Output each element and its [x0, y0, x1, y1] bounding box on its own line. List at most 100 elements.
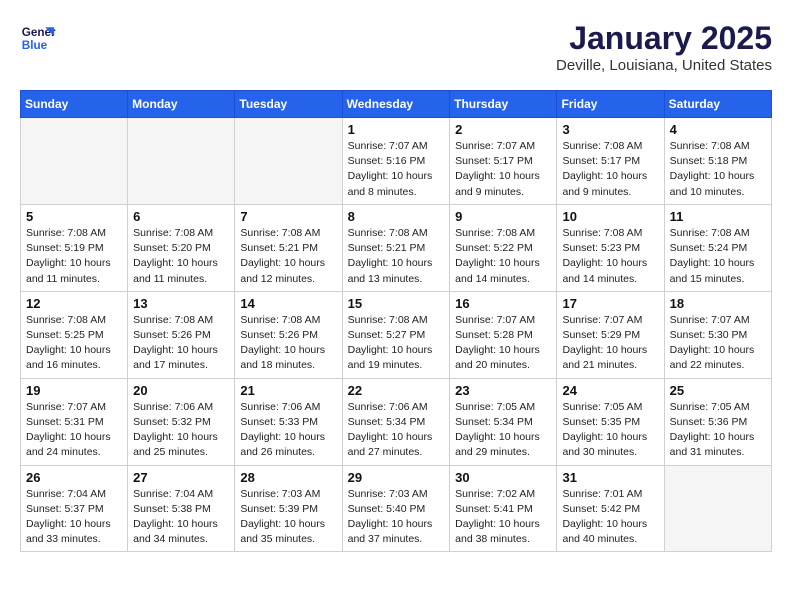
day-number: 23 [455, 383, 551, 398]
day-number: 20 [133, 383, 229, 398]
day-info: Sunrise: 7:08 AM Sunset: 5:17 PM Dayligh… [562, 139, 658, 200]
day-number: 2 [455, 122, 551, 137]
day-number: 24 [562, 383, 658, 398]
table-row: 24 Sunrise: 7:05 AM Sunset: 5:35 PM Dayli… [557, 378, 664, 465]
day-number: 13 [133, 296, 229, 311]
day-info: Sunrise: 7:02 AM Sunset: 5:41 PM Dayligh… [455, 487, 551, 548]
table-row: 12Sunrise: 7:08 AM Sunset: 5:25 PM Dayli… [21, 291, 128, 378]
day-info: Sunrise: 7:08 AM Sunset: 5:26 PM Dayligh… [133, 313, 229, 374]
calendar-subtitle: Deville, Louisiana, United States [556, 57, 772, 74]
day-number: 4 [670, 122, 766, 137]
day-info: Sunrise: 7:04 AM Sunset: 5:37 PM Dayligh… [26, 487, 122, 548]
day-info: Sunrise: 7:07 AM Sunset: 5:16 PM Dayligh… [348, 139, 445, 200]
table-row [664, 465, 771, 552]
table-row: 15Sunrise: 7:08 AM Sunset: 5:27 PM Dayli… [342, 291, 450, 378]
header-thursday: Thursday [450, 91, 557, 118]
table-row: 22Sunrise: 7:06 AM Sunset: 5:34 PM Dayli… [342, 378, 450, 465]
day-number: 10 [562, 209, 658, 224]
table-row: 7 Sunrise: 7:08 AM Sunset: 5:21 PM Daylig… [235, 204, 342, 291]
day-number: 18 [670, 296, 766, 311]
table-row: 27Sunrise: 7:04 AM Sunset: 5:38 PM Dayli… [128, 465, 235, 552]
day-info: Sunrise: 7:07 AM Sunset: 5:17 PM Dayligh… [455, 139, 551, 200]
svg-text:Blue: Blue [22, 39, 48, 52]
day-number: 8 [348, 209, 445, 224]
header-friday: Friday [557, 91, 664, 118]
table-row [21, 118, 128, 205]
header-tuesday: Tuesday [235, 91, 342, 118]
logo-icon: General Blue [20, 20, 56, 56]
calendar-week-row: 1 Sunrise: 7:07 AM Sunset: 5:16 PM Daylig… [21, 118, 772, 205]
day-info: Sunrise: 7:06 AM Sunset: 5:34 PM Dayligh… [348, 400, 445, 461]
day-info: Sunrise: 7:08 AM Sunset: 5:22 PM Dayligh… [455, 226, 551, 287]
day-info: Sunrise: 7:03 AM Sunset: 5:40 PM Dayligh… [348, 487, 445, 548]
table-row: 19 Sunrise: 7:07 AM Sunset: 5:31 PM Dayli… [21, 378, 128, 465]
day-number: 28 [240, 470, 336, 485]
header-monday: Monday [128, 91, 235, 118]
day-info: Sunrise: 7:07 AM Sunset: 5:29 PM Dayligh… [562, 313, 658, 374]
table-row: 21Sunrise: 7:06 AM Sunset: 5:33 PM Dayli… [235, 378, 342, 465]
day-info: Sunrise: 7:07 AM Sunset: 5:30 PM Dayligh… [670, 313, 766, 374]
table-row: 4Sunrise: 7:08 AM Sunset: 5:18 PM Daylig… [664, 118, 771, 205]
table-row: 5 Sunrise: 7:08 AM Sunset: 5:19 PM Daylig… [21, 204, 128, 291]
table-row: 11 Sunrise: 7:08 AM Sunset: 5:24 PM Dayli… [664, 204, 771, 291]
title-block: January 2025 Deville, Louisiana, United … [556, 20, 772, 74]
table-row: 10 Sunrise: 7:08 AM Sunset: 5:23 PM Dayli… [557, 204, 664, 291]
day-info: Sunrise: 7:07 AM Sunset: 5:28 PM Dayligh… [455, 313, 551, 374]
table-row: 6Sunrise: 7:08 AM Sunset: 5:20 PM Daylig… [128, 204, 235, 291]
day-info: Sunrise: 7:03 AM Sunset: 5:39 PM Dayligh… [240, 487, 336, 548]
calendar-week-row: 12Sunrise: 7:08 AM Sunset: 5:25 PM Dayli… [21, 291, 772, 378]
day-number: 17 [562, 296, 658, 311]
day-number: 6 [133, 209, 229, 224]
day-info: Sunrise: 7:08 AM Sunset: 5:19 PM Dayligh… [26, 226, 122, 287]
header-sunday: Sunday [21, 91, 128, 118]
day-number: 11 [670, 209, 766, 224]
table-row: 30Sunrise: 7:02 AM Sunset: 5:41 PM Dayli… [450, 465, 557, 552]
logo: General Blue [20, 20, 56, 56]
table-row [235, 118, 342, 205]
table-row: 2 Sunrise: 7:07 AM Sunset: 5:17 PM Daylig… [450, 118, 557, 205]
day-info: Sunrise: 7:08 AM Sunset: 5:23 PM Dayligh… [562, 226, 658, 287]
table-row: 31 Sunrise: 7:01 AM Sunset: 5:42 PM Dayli… [557, 465, 664, 552]
header-wednesday: Wednesday [342, 91, 450, 118]
table-row: 18 Sunrise: 7:07 AM Sunset: 5:30 PM Dayli… [664, 291, 771, 378]
day-info: Sunrise: 7:05 AM Sunset: 5:35 PM Dayligh… [562, 400, 658, 461]
day-info: Sunrise: 7:01 AM Sunset: 5:42 PM Dayligh… [562, 487, 658, 548]
table-row: 16Sunrise: 7:07 AM Sunset: 5:28 PM Dayli… [450, 291, 557, 378]
calendar-table: Sunday Monday Tuesday Wednesday Thursday… [20, 90, 772, 552]
day-number: 9 [455, 209, 551, 224]
day-info: Sunrise: 7:08 AM Sunset: 5:25 PM Dayligh… [26, 313, 122, 374]
day-info: Sunrise: 7:06 AM Sunset: 5:32 PM Dayligh… [133, 400, 229, 461]
day-info: Sunrise: 7:05 AM Sunset: 5:36 PM Dayligh… [670, 400, 766, 461]
day-number: 14 [240, 296, 336, 311]
day-info: Sunrise: 7:08 AM Sunset: 5:21 PM Dayligh… [240, 226, 336, 287]
day-info: Sunrise: 7:04 AM Sunset: 5:38 PM Dayligh… [133, 487, 229, 548]
table-row: 20 Sunrise: 7:06 AM Sunset: 5:32 PM Dayli… [128, 378, 235, 465]
table-row: 8 Sunrise: 7:08 AM Sunset: 5:21 PM Daylig… [342, 204, 450, 291]
day-info: Sunrise: 7:07 AM Sunset: 5:31 PM Dayligh… [26, 400, 122, 461]
day-number: 7 [240, 209, 336, 224]
day-number: 26 [26, 470, 122, 485]
table-row: 29 Sunrise: 7:03 AM Sunset: 5:40 PM Dayli… [342, 465, 450, 552]
calendar-week-row: 5 Sunrise: 7:08 AM Sunset: 5:19 PM Daylig… [21, 204, 772, 291]
table-row: 3 Sunrise: 7:08 AM Sunset: 5:17 PM Daylig… [557, 118, 664, 205]
page-header: General Blue January 2025 Deville, Louis… [20, 20, 772, 74]
day-number: 1 [348, 122, 445, 137]
day-info: Sunrise: 7:06 AM Sunset: 5:33 PM Dayligh… [240, 400, 336, 461]
day-info: Sunrise: 7:08 AM Sunset: 5:26 PM Dayligh… [240, 313, 336, 374]
day-number: 29 [348, 470, 445, 485]
calendar-title: January 2025 [556, 20, 772, 57]
table-row: 1 Sunrise: 7:07 AM Sunset: 5:16 PM Daylig… [342, 118, 450, 205]
day-number: 3 [562, 122, 658, 137]
table-row: 25Sunrise: 7:05 AM Sunset: 5:36 PM Dayli… [664, 378, 771, 465]
calendar-week-row: 19 Sunrise: 7:07 AM Sunset: 5:31 PM Dayli… [21, 378, 772, 465]
table-row: 13 Sunrise: 7:08 AM Sunset: 5:26 PM Dayli… [128, 291, 235, 378]
table-row: 26 Sunrise: 7:04 AM Sunset: 5:37 PM Dayli… [21, 465, 128, 552]
day-info: Sunrise: 7:08 AM Sunset: 5:27 PM Dayligh… [348, 313, 445, 374]
day-info: Sunrise: 7:08 AM Sunset: 5:24 PM Dayligh… [670, 226, 766, 287]
day-info: Sunrise: 7:05 AM Sunset: 5:34 PM Dayligh… [455, 400, 551, 461]
day-number: 5 [26, 209, 122, 224]
day-number: 19 [26, 383, 122, 398]
header-saturday: Saturday [664, 91, 771, 118]
day-info: Sunrise: 7:08 AM Sunset: 5:21 PM Dayligh… [348, 226, 445, 287]
day-number: 31 [562, 470, 658, 485]
